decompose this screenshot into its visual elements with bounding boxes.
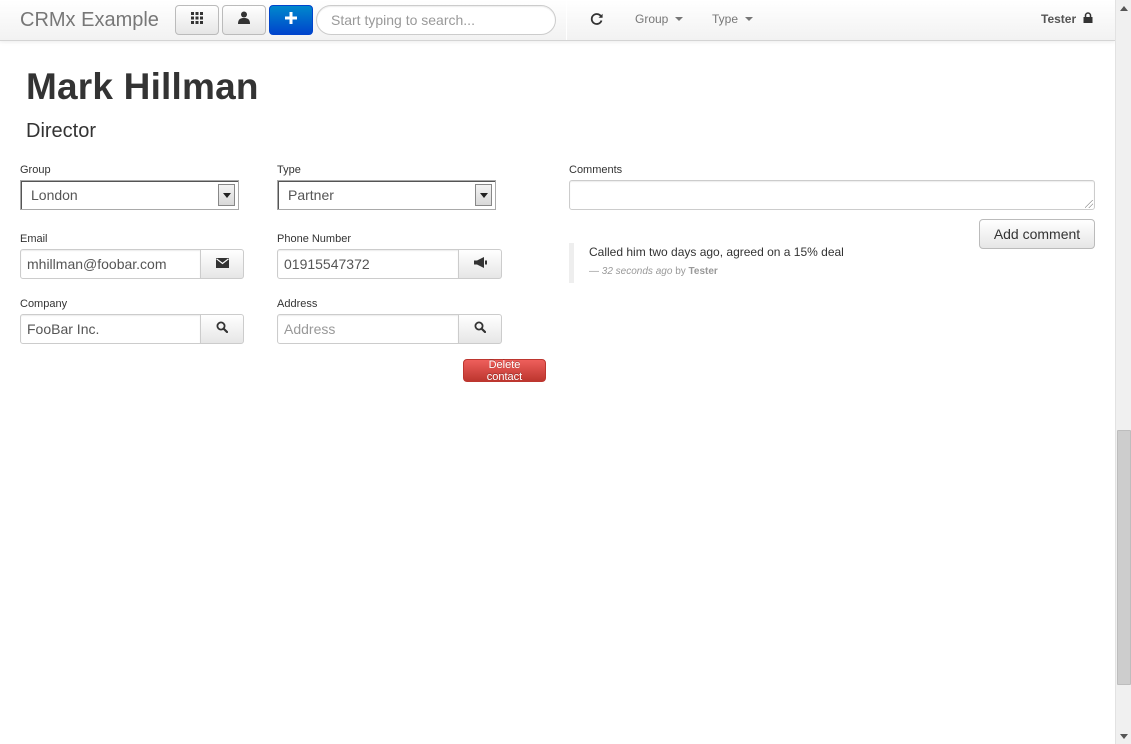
- address-field[interactable]: [277, 314, 459, 344]
- add-comment-button[interactable]: Add comment: [979, 219, 1095, 249]
- company-field[interactable]: [20, 314, 201, 344]
- add-contact-button[interactable]: [269, 5, 313, 35]
- chevron-down-icon: [675, 17, 684, 21]
- comment-text: Called him two days ago, agreed on a 15%…: [589, 245, 844, 259]
- type-select[interactable]: Partner: [277, 180, 496, 210]
- email-label: Email: [20, 233, 48, 245]
- top-navbar: CRMx Example Start typing to search... G…: [0, 0, 1115, 41]
- search-icon: [474, 320, 487, 338]
- user-icon: [238, 11, 250, 29]
- resize-grip-icon[interactable]: [1085, 200, 1093, 208]
- navbar-divider: [566, 0, 567, 40]
- search-icon: [216, 320, 229, 338]
- phone-label: Phone Number: [277, 233, 351, 245]
- group-dropdown[interactable]: Group: [635, 12, 684, 26]
- comment-by: by: [675, 266, 686, 277]
- search-address-button[interactable]: [458, 314, 502, 344]
- comment-textarea[interactable]: [569, 180, 1095, 210]
- contacts-button[interactable]: [222, 5, 266, 35]
- app-brand[interactable]: CRMx Example: [20, 9, 159, 32]
- type-dropdown-label: Type: [712, 12, 739, 26]
- send-email-button[interactable]: [200, 249, 244, 279]
- search-company-button[interactable]: [200, 314, 244, 344]
- comment-meta: — 32 seconds ago by Tester: [589, 266, 969, 277]
- type-select-value: Partner: [288, 187, 334, 203]
- grid-icon: [191, 11, 203, 29]
- delete-contact-button[interactable]: Delete contact: [463, 359, 546, 383]
- refresh-icon: [590, 12, 604, 29]
- scrollbar-thumb[interactable]: [1117, 430, 1131, 685]
- megaphone-icon: [473, 255, 487, 273]
- group-dropdown-label: Group: [635, 12, 669, 26]
- scroll-up-arrow[interactable]: [1116, 0, 1131, 16]
- plus-icon: [285, 11, 297, 29]
- contact-title: Director: [26, 120, 97, 142]
- page-scrollbar[interactable]: [1115, 0, 1131, 744]
- comment-item: Called him two days ago, agreed on a 15%…: [569, 243, 969, 283]
- email-field[interactable]: [20, 249, 201, 279]
- address-label: Address: [277, 298, 318, 310]
- phone-field[interactable]: [277, 249, 459, 279]
- contact-name: Mark Hillman: [26, 66, 259, 107]
- group-select-value: London: [31, 187, 78, 203]
- search-input[interactable]: [316, 5, 556, 35]
- group-label: Group: [20, 164, 51, 176]
- company-label: Company: [20, 298, 68, 310]
- user-menu[interactable]: Tester: [1041, 12, 1093, 26]
- group-select[interactable]: London: [20, 180, 239, 210]
- refresh-button[interactable]: [590, 12, 604, 29]
- comments-label: Comments: [569, 164, 623, 176]
- comment-time: 32 seconds ago: [601, 266, 673, 277]
- user-name: Tester: [1041, 12, 1077, 26]
- chevron-down-icon: [475, 184, 492, 206]
- comment-dash: —: [589, 266, 599, 277]
- type-label: Type: [277, 164, 301, 176]
- chevron-down-icon: [218, 184, 235, 206]
- call-phone-button[interactable]: [458, 249, 502, 279]
- apps-grid-button[interactable]: [175, 5, 219, 35]
- envelope-icon: [215, 255, 229, 273]
- chevron-down-icon: [745, 17, 754, 21]
- comment-author: Tester: [688, 266, 718, 277]
- lock-icon: [1083, 12, 1093, 26]
- scroll-down-arrow[interactable]: [1116, 728, 1131, 744]
- type-dropdown[interactable]: Type: [712, 12, 754, 26]
